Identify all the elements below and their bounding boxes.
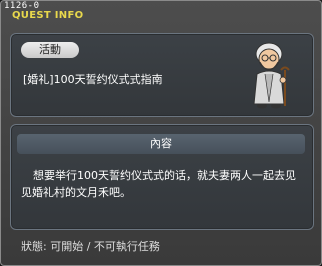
quest-info-window: 1126-0 QUEST INFO 活動 [婚礼]100天誓约仪式式指南 內容 … <box>0 0 322 266</box>
quest-status: 狀態: 可開始 / 不可執行任務 <box>21 240 160 253</box>
quest-name: [婚礼]100天誓约仪式式指南 <box>23 73 163 86</box>
quest-summary-panel: 活動 [婚礼]100天誓约仪式式指南 <box>10 33 314 117</box>
old-man-npc-icon <box>253 42 290 109</box>
quest-category-tag: 活動 <box>21 42 79 58</box>
content-header: 內容 <box>17 134 305 154</box>
quest-content-panel: 內容 想要举行100天誓约仪式式的话，就夫妻两人一起去见见婚礼村的文月禾吧。 <box>10 124 314 230</box>
content-text: 想要举行100天誓约仪式式的话，就夫妻两人一起去见见婚礼村的文月禾吧。 <box>21 169 296 199</box>
window-title: QUEST INFO <box>12 10 84 21</box>
